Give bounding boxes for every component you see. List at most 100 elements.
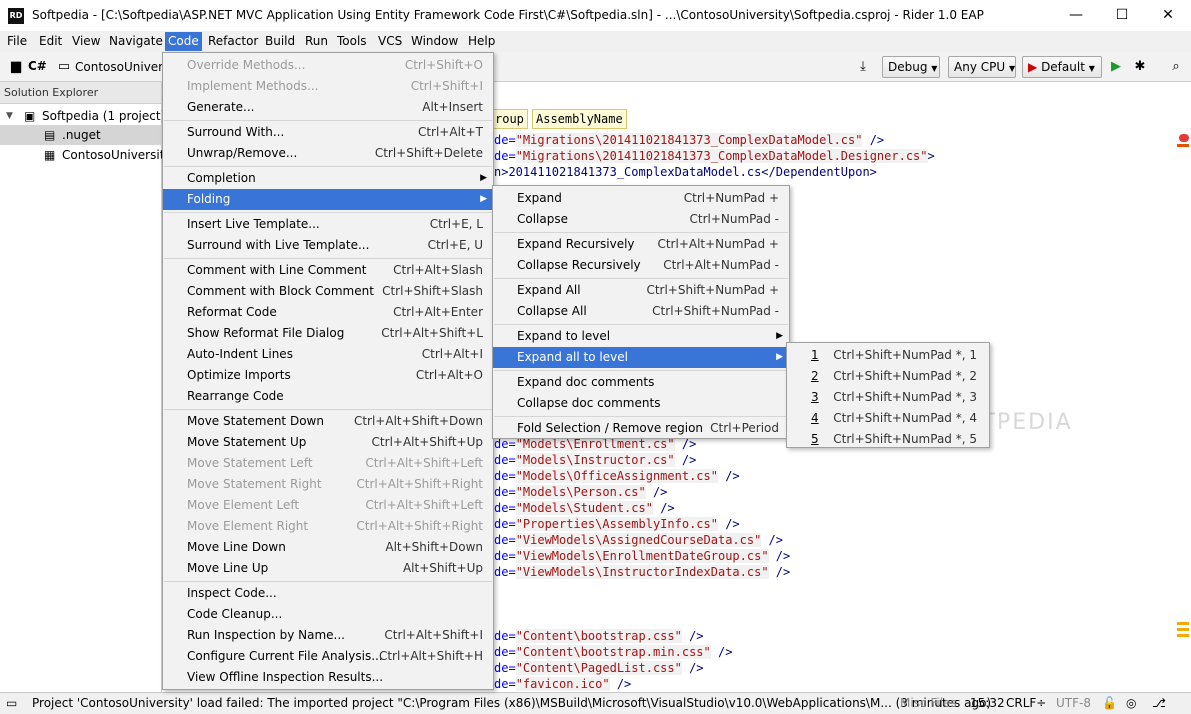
- code-line[interactable]: de="ViewModels\AssignedCourseData.cs" />: [494, 532, 783, 548]
- code-line[interactable]: de="Models\Student.cs" />: [494, 500, 675, 516]
- code-line[interactable]: de="Content\PagedList.css" />: [494, 660, 704, 676]
- code-line[interactable]: de="ViewModels\EnrollmentDateGroup.cs" /…: [494, 548, 790, 564]
- code-menu-item-folding[interactable]: Folding ▶: [163, 189, 493, 210]
- folding-menu-item-collapse-doc-comments[interactable]: Collapse doc comments: [493, 393, 789, 414]
- menu-tools[interactable]: Tools: [334, 32, 370, 51]
- status-caret-position[interactable]: 15:32: [970, 696, 1005, 710]
- code-menu-item-move-line-up[interactable]: Move Line Up Alt+Shift+Up: [163, 558, 493, 579]
- code-menu-item-insert-live-template[interactable]: Insert Live Template... Ctrl+E, L: [163, 214, 493, 235]
- code-line[interactable]: de="Models\Person.cs" />: [494, 484, 667, 500]
- code-text: />: [768, 549, 791, 563]
- error-stripe-marker[interactable]: [1177, 144, 1189, 147]
- project-folder-icon[interactable]: ▆: [6, 57, 26, 77]
- minimize-button[interactable]: —: [1053, 0, 1099, 31]
- menu-run[interactable]: Run: [302, 32, 331, 51]
- code-line[interactable]: de="ViewModels\InstructorIndexData.cs" /…: [494, 564, 790, 580]
- run-config-select[interactable]: ▶ Default ▼: [1022, 56, 1102, 78]
- code-menu-item-move-line-down[interactable]: Move Line Down Alt+Shift+Down: [163, 537, 493, 558]
- tree-item-contosouniversity[interactable]: ▦ ContosoUniversity: [0, 145, 172, 165]
- code-menu-item-move-statement-down[interactable]: Move Statement Down Ctrl+Alt+Shift+Down: [163, 411, 493, 432]
- menu-edit[interactable]: Edit: [36, 32, 65, 51]
- code-menu-item-auto-indent-lines[interactable]: Auto-Indent Lines Ctrl+Alt+I: [163, 344, 493, 365]
- expand-arrow-icon[interactable]: ▼: [6, 106, 13, 126]
- code-menu-item-show-reformat-file-dialog[interactable]: Show Reformat File Dialog Ctrl+Alt+Shift+…: [163, 323, 493, 344]
- maximize-button[interactable]: ☐: [1099, 0, 1145, 31]
- status-line-ending[interactable]: CRLF÷: [1006, 696, 1046, 710]
- code-line[interactable]: de="Migrations\201411021841373_ComplexDa…: [494, 148, 935, 164]
- code-line[interactable]: de="Properties\AssemblyInfo.cs" />: [494, 516, 740, 532]
- search-icon[interactable]: ⌕: [1166, 57, 1186, 77]
- language-crumb[interactable]: C#: [28, 59, 47, 73]
- menu-view[interactable]: View: [69, 32, 103, 51]
- menu-window[interactable]: Window: [408, 32, 461, 51]
- tree-item-nuget[interactable]: ▤ .nuget: [0, 125, 161, 145]
- code-menu-item-rearrange-code[interactable]: Rearrange Code: [163, 386, 493, 407]
- menu-code[interactable]: Code: [165, 32, 202, 51]
- folding-menu-item-expand-all[interactable]: Expand All Ctrl+Shift+NumPad +: [493, 280, 789, 301]
- tree-item-solution[interactable]: ▼ ▣ Softpedia (1 project): [0, 106, 165, 126]
- code-menu-item-run-inspection-by-name[interactable]: Run Inspection by Name... Ctrl+Alt+Shift+…: [163, 625, 493, 646]
- level-menu-item-4[interactable]: 4 Ctrl+Shift+NumPad *, 4: [787, 408, 989, 429]
- folding-menu-item-expand[interactable]: Expand Ctrl+NumPad +: [493, 188, 789, 209]
- debug-bug-icon[interactable]: ✱: [1130, 57, 1150, 77]
- folding-menu-item-collapse[interactable]: Collapse Ctrl+NumPad -: [493, 209, 789, 230]
- status-message[interactable]: Project 'ContosoUniversity' load failed:…: [32, 696, 991, 710]
- menu-help[interactable]: Help: [465, 32, 498, 51]
- folding-menu-item-expand-all-to-level[interactable]: Expand all to level ▶: [493, 347, 789, 368]
- lock-icon[interactable]: 🔓: [1102, 696, 1117, 710]
- folding-menu-item-expand-recursively[interactable]: Expand Recursively Ctrl+Alt+NumPad +: [493, 234, 789, 255]
- code-line[interactable]: de="Models\Instructor.cs" />: [494, 452, 696, 468]
- code-menu-item-optimize-imports[interactable]: Optimize Imports Ctrl+Alt+O: [163, 365, 493, 386]
- code-menu-item-comment-with-line-comment[interactable]: Comment with Line Comment Ctrl+Alt+Slash: [163, 260, 493, 281]
- level-menu-item-3[interactable]: 3 Ctrl+Shift+NumPad *, 3: [787, 387, 989, 408]
- folding-menu-item-fold-selection-remove-region[interactable]: Fold Selection / Remove region Ctrl+Perio…: [493, 418, 789, 439]
- code-menu-item-completion[interactable]: Completion ▶: [163, 168, 493, 189]
- menu-vcs[interactable]: VCS: [375, 32, 405, 51]
- config-select[interactable]: Debug ▼: [882, 56, 940, 78]
- code-menu-item-surround-with[interactable]: Surround With... Ctrl+Alt+T: [163, 122, 493, 143]
- level-menu-item-1[interactable]: 1 Ctrl+Shift+NumPad *, 1: [787, 345, 989, 366]
- code-menu-item-comment-with-block-comment[interactable]: Comment with Block Comment Ctrl+Shift+Sla…: [163, 281, 493, 302]
- code-menu-item-surround-with-live-template[interactable]: Surround with Live Template... Ctrl+E, U: [163, 235, 493, 256]
- code-menu-item-inspect-code[interactable]: Inspect Code...: [163, 583, 493, 604]
- code-menu-item-configure-current-file-analysis[interactable]: Configure Current File Analysis... Ctrl+A…: [163, 646, 493, 667]
- folding-menu-item-expand-doc-comments[interactable]: Expand doc comments: [493, 372, 789, 393]
- git-icon[interactable]: ⎇: [1152, 696, 1166, 710]
- code-menu-item-code-cleanup[interactable]: Code Cleanup...: [163, 604, 493, 625]
- folding-menu-item-collapse-all[interactable]: Collapse All Ctrl+Shift+NumPad -: [493, 301, 789, 322]
- menu-refactor[interactable]: Refactor: [205, 32, 261, 51]
- readonly-icon[interactable]: ◎: [1126, 696, 1136, 710]
- menu-build[interactable]: Build: [262, 32, 298, 51]
- code-line[interactable]: de="favicon.ico" />: [494, 676, 631, 692]
- warning-stripe-marker[interactable]: [1177, 628, 1189, 631]
- code-line[interactable]: n>201411021841373_ComplexDataModel.cs</D…: [494, 164, 877, 180]
- menu-file[interactable]: File: [4, 32, 30, 51]
- status-encoding[interactable]: UTF-8: [1056, 696, 1091, 710]
- folding-menu-item-collapse-recursively[interactable]: Collapse Recursively Ctrl+Alt+NumPad -: [493, 255, 789, 276]
- warning-stripe-marker[interactable]: [1177, 622, 1189, 625]
- platform-select[interactable]: Any CPU ▼: [948, 56, 1016, 78]
- level-menu-item-5[interactable]: 5 Ctrl+Shift+NumPad *, 5: [787, 429, 989, 450]
- project-crumb[interactable]: ContosoUniversi: [75, 60, 173, 74]
- breadcrumb-assemblyname[interactable]: AssemblyName: [532, 109, 627, 129]
- folding-menu-item-expand-to-level[interactable]: Expand to level ▶: [493, 326, 789, 347]
- code-menu-item-generate[interactable]: Generate... Alt+Insert: [163, 97, 493, 118]
- code-menu-item-unwrap-remove[interactable]: Unwrap/Remove... Ctrl+Shift+Delete: [163, 143, 493, 164]
- build-icon[interactable]: ⤓: [853, 57, 873, 77]
- menu-navigate[interactable]: Navigate: [106, 32, 166, 51]
- level-menu-item-2[interactable]: 2 Ctrl+Shift+NumPad *, 2: [787, 366, 989, 387]
- error-marker-icon[interactable]: [1179, 134, 1189, 142]
- breadcrumb-itemgroup[interactable]: roup: [492, 109, 528, 129]
- code-line[interactable]: de="Migrations\201411021841373_ComplexDa…: [494, 132, 884, 148]
- code-line[interactable]: de="Content\bootstrap.min.css" />: [494, 644, 732, 660]
- status-misc-files[interactable]: Misc Files: [900, 696, 957, 710]
- status-icon[interactable]: ▭: [6, 696, 17, 710]
- code-menu-item-reformat-code[interactable]: Reformat Code Ctrl+Alt+Enter: [163, 302, 493, 323]
- close-button[interactable]: ✕: [1145, 0, 1191, 31]
- code-line[interactable]: de="Models\OfficeAssignment.cs" />: [494, 468, 740, 484]
- code-line[interactable]: de="Content\bootstrap.css" />: [494, 628, 704, 644]
- code-menu-item-move-statement-up[interactable]: Move Statement Up Ctrl+Alt+Shift+Up: [163, 432, 493, 453]
- warning-stripe-marker[interactable]: [1177, 634, 1189, 637]
- code-menu-item-view-offline-inspection-results[interactable]: View Offline Inspection Results...: [163, 667, 493, 688]
- run-icon[interactable]: ▶: [1106, 57, 1126, 77]
